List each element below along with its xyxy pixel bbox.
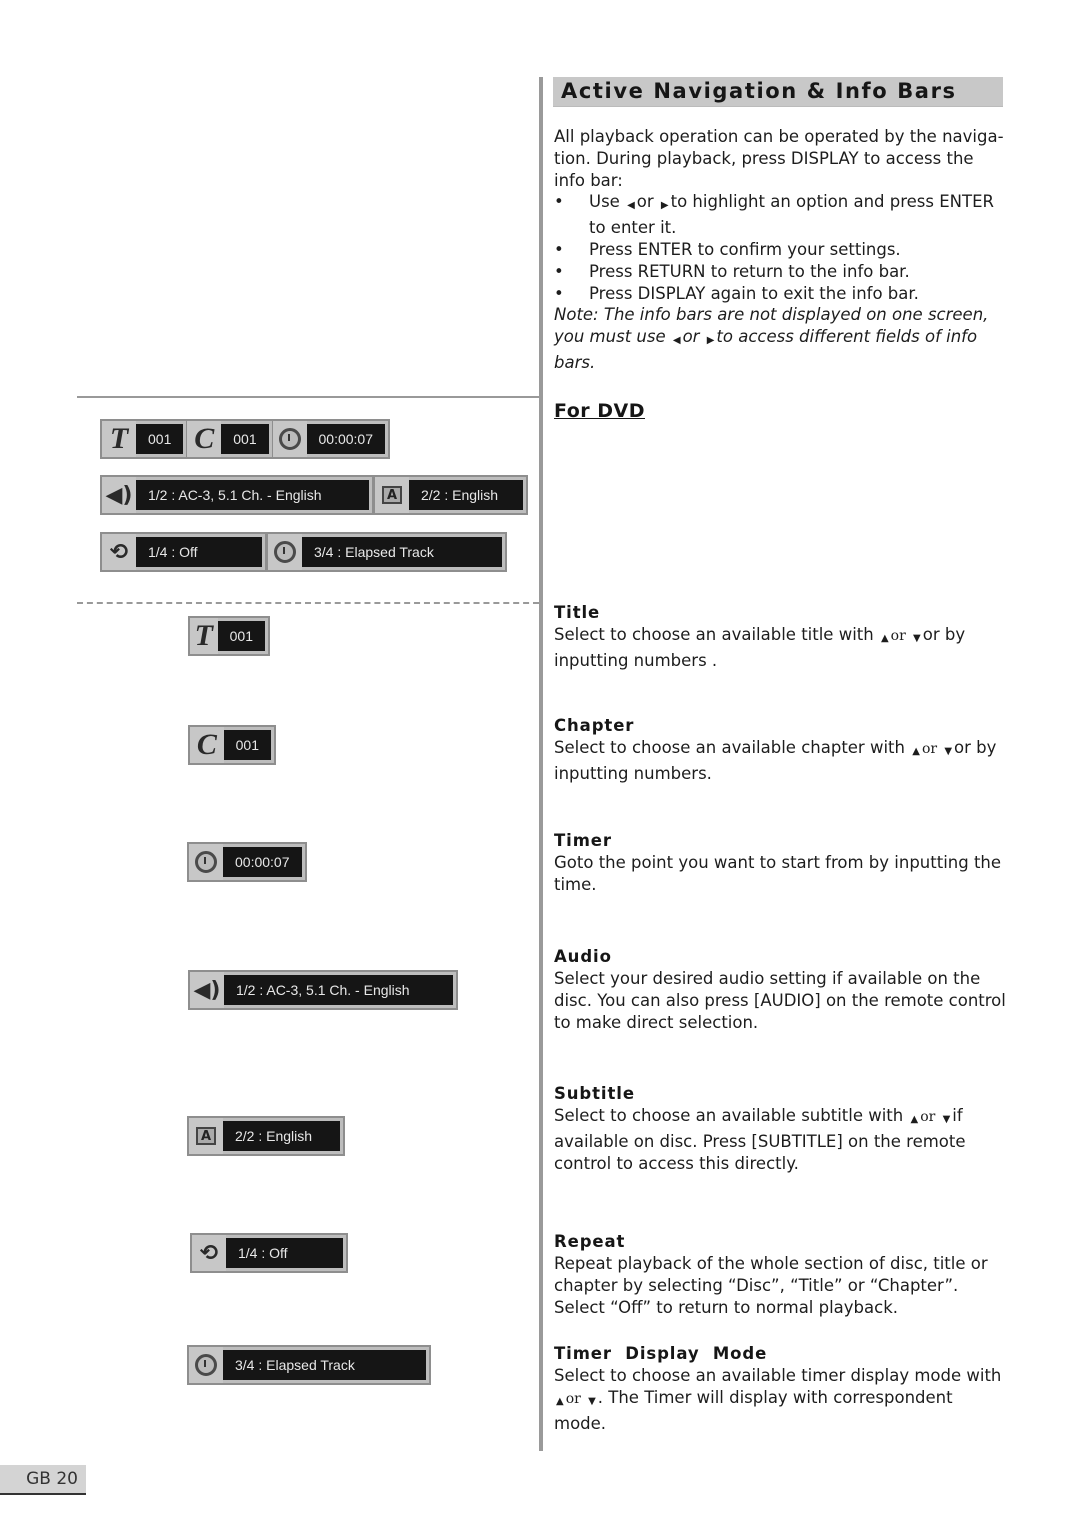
timer-value: 00:00:07: [223, 847, 302, 877]
speaker-icon: ◀): [190, 972, 224, 1008]
speaker-icon: ◀): [102, 477, 136, 513]
clock-icon: [278, 428, 301, 450]
item-description: Select to choose an available subtitle w…: [554, 1106, 966, 1173]
osd-title: T 001: [188, 616, 270, 656]
item-heading: Subtitle: [554, 1084, 635, 1103]
list-item: • Press DISPLAY again to exit the info b…: [554, 283, 919, 303]
item-heading: Audio: [554, 947, 612, 966]
section-title: Active Navigation & Info Bars: [561, 79, 957, 103]
item-heading: Chapter: [554, 716, 635, 735]
osd-subtitle: A 2/2 : English: [187, 1116, 345, 1156]
audio-value: 1/2 : AC-3, 5.1 Ch. - English: [224, 975, 453, 1005]
chapter-value: 001: [221, 424, 269, 454]
subsection-title: For DVD: [554, 400, 645, 422]
clock-icon: [274, 541, 296, 563]
clock-icon: [195, 1354, 217, 1376]
item-heading: Repeat: [554, 1232, 626, 1251]
item-description: Select your desired audio setting if ava…: [554, 969, 1006, 1032]
dashed-divider: [77, 602, 539, 604]
bullet: •: [554, 261, 564, 281]
title-icon: T: [102, 421, 136, 457]
title-value: 001: [136, 424, 184, 454]
item-heading: Title: [554, 603, 601, 622]
left-arrow-icon: ◀: [672, 335, 681, 347]
repeat-value: 1/4 : Off: [136, 537, 262, 567]
timer-mode-value: 3/4 : Elapsed Track: [302, 537, 502, 567]
list-item: • Use ◀ or ▶ to highlight an option and pr…: [554, 192, 994, 238]
chapter-icon: C: [190, 727, 224, 763]
section-divider: [77, 396, 539, 398]
up-arrow-icon: ▲: [556, 1395, 564, 1407]
down-arrow-icon: ▼: [944, 746, 953, 757]
list-item: • Press ENTER to confirm your settings.: [554, 239, 901, 259]
item-heading: Timer: [554, 831, 612, 850]
down-arrow-icon: ▼: [913, 633, 921, 644]
page-number-tab: GB 20: [0, 1465, 86, 1495]
item-chapter: Chapter Select to choose an available ch…: [554, 715, 1006, 785]
repeat-value: 1/4 : Off: [226, 1238, 343, 1268]
title-icon: T: [190, 618, 218, 654]
osd-timer: 00:00:07: [187, 842, 307, 882]
osd-bar-repeat-timer-mode: ⟲ 1/4 : Off 3/4 : Elapsed Track: [100, 532, 507, 572]
chapter-icon: C: [187, 421, 222, 457]
title-value: 001: [217, 621, 265, 651]
osd-audio: ◀) 1/2 : AC-3, 5.1 Ch. - English: [188, 970, 458, 1010]
timer-value: 00:00:07: [306, 424, 385, 454]
item-timer-display-mode: Timer Display Mode Select to choose an a…: [554, 1343, 1006, 1434]
left-arrow-icon: ◀: [627, 200, 635, 212]
intro-paragraph: All playback operation can be operated b…: [554, 127, 1004, 190]
right-arrow-icon: ▶: [660, 200, 669, 212]
repeat-icon: ⟲: [102, 534, 136, 570]
item-timer: Timer Goto the point you want to start f…: [554, 830, 1006, 896]
osd-timer-mode: 3/4 : Elapsed Track: [187, 1345, 431, 1385]
clock-icon: [195, 851, 217, 873]
page-number: GB 20: [26, 1469, 78, 1489]
note: Note: The info bars are not displayed on…: [554, 305, 989, 372]
item-title: Title Select to choose an available titl…: [554, 602, 1006, 672]
subtitle-icon: A: [196, 1127, 216, 1145]
list-item: • Press RETURN to return to the info bar…: [554, 261, 910, 281]
subtitle-value: 2/2 : English: [223, 1121, 340, 1151]
subtitle-value: 2/2 : English: [409, 480, 523, 510]
item-description: Select to choose an available chapter wi…: [554, 738, 997, 783]
bullet: •: [554, 192, 564, 212]
audio-value: 1/2 : AC-3, 5.1 Ch. - English: [136, 480, 369, 510]
down-arrow-icon: ▼: [588, 1395, 596, 1407]
intro-text: All playback operation can be operated b…: [554, 126, 1006, 374]
osd-bar-title-chapter-time: T 001 C 001 00:00:07: [100, 419, 390, 459]
column-divider: [539, 77, 543, 1451]
item-subtitle: Subtitle Select to choose an available s…: [554, 1083, 1006, 1174]
down-arrow-icon: ▼: [942, 1114, 951, 1125]
osd-repeat: ⟲ 1/4 : Off: [190, 1233, 348, 1273]
item-description: Repeat playback of the whole section of …: [554, 1254, 988, 1317]
item-audio: Audio Select your desired audio setting …: [554, 946, 1006, 1033]
osd-chapter: C 001: [188, 725, 276, 765]
item-description: Select to choose an available timer disp…: [554, 1366, 1002, 1433]
right-arrow-icon: ▶: [706, 335, 715, 347]
chapter-value: 001: [223, 730, 271, 760]
up-arrow-icon: ▲: [910, 1114, 919, 1125]
bullet: •: [554, 239, 564, 259]
timer-mode-value: 3/4 : Elapsed Track: [223, 1350, 426, 1380]
up-arrow-icon: ▲: [880, 633, 889, 644]
item-description: Goto the point you want to start from by…: [554, 853, 1002, 894]
repeat-icon: ⟲: [192, 1235, 226, 1271]
item-description: Select to choose an available title with…: [554, 625, 966, 670]
section-title-bar: Active Navigation & Info Bars: [553, 77, 1003, 107]
item-heading: Timer Display Mode: [554, 1344, 768, 1363]
up-arrow-icon: ▲: [912, 746, 920, 757]
instruction-list: • Use ◀ or ▶ to highlight an option and pr…: [554, 191, 1006, 304]
bullet: •: [554, 283, 564, 303]
subtitle-icon: A: [382, 486, 402, 504]
osd-bar-audio-subtitle: ◀) 1/2 : AC-3, 5.1 Ch. - English A 2/2 :…: [100, 475, 528, 515]
item-repeat: Repeat Repeat playback of the whole sect…: [554, 1231, 1006, 1318]
